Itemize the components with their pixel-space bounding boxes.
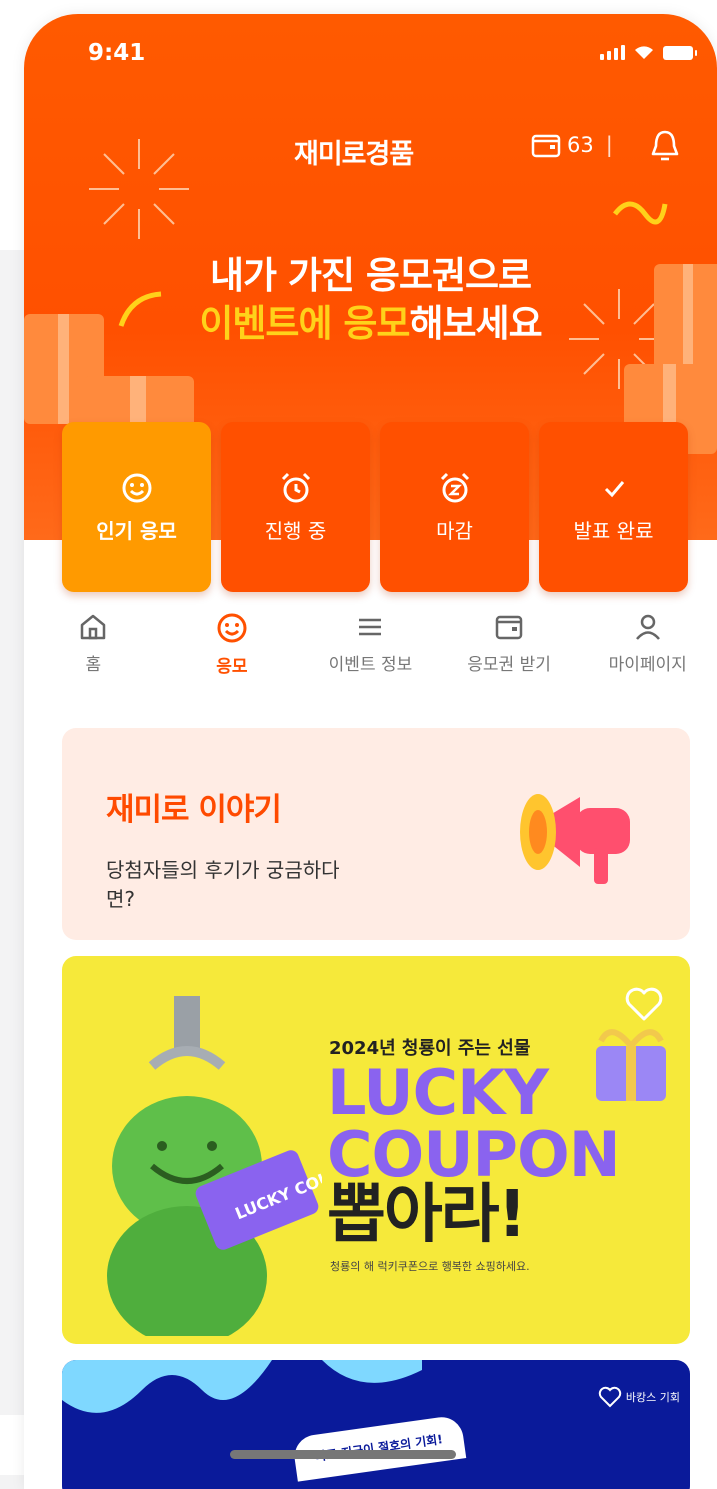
story-card[interactable]: 재미로 이야기 당첨자들의 후기가 궁금하다면? xyxy=(62,728,690,940)
ticket-count: 63 xyxy=(567,133,594,157)
confetti-icon xyxy=(613,201,668,225)
category-tabs: 인기 응모 진행 중 마감 발표 완료 xyxy=(62,422,688,592)
check-icon xyxy=(604,480,624,497)
nav-label: 응모권 받기 xyxy=(467,655,551,675)
story-description: 당첨자들의 후기가 궁금하다면? xyxy=(106,858,340,911)
heart-icon xyxy=(598,1386,622,1408)
category-ongoing[interactable]: 진행 중 xyxy=(221,422,370,592)
category-popular[interactable]: 인기 응모 xyxy=(62,422,211,592)
status-icons xyxy=(600,44,697,60)
category-announced[interactable]: 발표 완료 xyxy=(539,422,688,592)
nav-mypage[interactable]: 마이페이지 xyxy=(578,612,717,702)
firework-left-icon xyxy=(89,139,189,239)
category-label: 인기 응모 xyxy=(96,518,177,543)
banner2-right: 바캉스 기회 xyxy=(598,1386,680,1408)
divider: | xyxy=(605,133,613,157)
hero-line-2: 이벤트에 응모해보세요 xyxy=(24,300,717,348)
hero-headline: 내가 가진 응모권으로 이벤트에 응모해보세요 xyxy=(24,252,717,348)
hero-line-1: 내가 가진 응모권으로 xyxy=(209,254,532,297)
wallet-icon xyxy=(495,615,523,640)
ticket-wallet[interactable]: 63 | xyxy=(531,132,613,158)
category-closed[interactable]: 마감 xyxy=(380,422,529,592)
hero-highlight: 이벤트에 응모 xyxy=(199,302,410,345)
battery-icon xyxy=(663,46,697,60)
heart-icon[interactable] xyxy=(624,986,664,1022)
home-icon xyxy=(81,614,106,640)
home-indicator[interactable] xyxy=(230,1450,456,1459)
category-label: 마감 xyxy=(436,518,473,543)
bottom-nav: 홈 응모 이벤트 정보 응모권 받기 마이페이지 xyxy=(24,612,717,702)
nav-label: 이벤트 정보 xyxy=(328,655,413,675)
app-title: 재미로경품 xyxy=(294,139,414,170)
lucky-coupon-banner[interactable]: LUCKY COUPON 2024년 청룡이 주는 선물 LUCKY COUPO… xyxy=(62,956,690,1344)
wallet-icon xyxy=(531,134,561,158)
nav-home[interactable]: 홈 xyxy=(24,612,163,702)
phone-screen: 9:41 재미로경품 63 | 내가 가진 응모권으로 이벤트에 응모해보세요 … xyxy=(24,14,717,1489)
smile-icon xyxy=(217,613,247,643)
story-title: 재미로 이야기 xyxy=(106,792,282,828)
category-label: 진행 중 xyxy=(264,518,327,543)
category-label: 발표 완료 xyxy=(573,518,654,543)
signal-icon xyxy=(600,45,625,60)
smile-icon xyxy=(122,473,151,502)
alarm-clock-icon xyxy=(281,472,310,502)
gift-icon xyxy=(596,1029,666,1101)
wifi-icon xyxy=(635,46,653,59)
megaphone-icon xyxy=(520,794,630,884)
menu-icon xyxy=(359,618,382,636)
banner-ppop: 뽑아라! xyxy=(327,1178,527,1252)
hero-line-2-rest: 해보세요 xyxy=(409,302,542,345)
nav-label: 마이페이지 xyxy=(608,655,687,675)
status-time: 9:41 xyxy=(88,40,146,66)
user-icon xyxy=(635,614,660,640)
snooze-clock-icon xyxy=(440,472,469,502)
event-banner-2[interactable]: 바로 지금이 절호의 기회! 바캉스 기회 xyxy=(62,1360,690,1489)
nav-label: 응모 xyxy=(216,657,248,677)
banner-lucky: LUCKY xyxy=(327,1056,549,1129)
banner2-right-text: 바캉스 기회 xyxy=(625,1391,680,1404)
bell-icon[interactable] xyxy=(648,128,682,164)
dragon-mascot-icon: LUCKY COUPON xyxy=(107,996,322,1336)
nav-get-ticket[interactable]: 응모권 받기 xyxy=(440,612,579,702)
banner-description: 청룡의 해 럭키쿠폰으로 행복한 쇼핑하세요. xyxy=(330,1260,530,1273)
nav-label: 홈 xyxy=(85,655,102,675)
nav-entry[interactable]: 응모 xyxy=(163,612,302,702)
nav-event-info[interactable]: 이벤트 정보 xyxy=(301,612,440,702)
